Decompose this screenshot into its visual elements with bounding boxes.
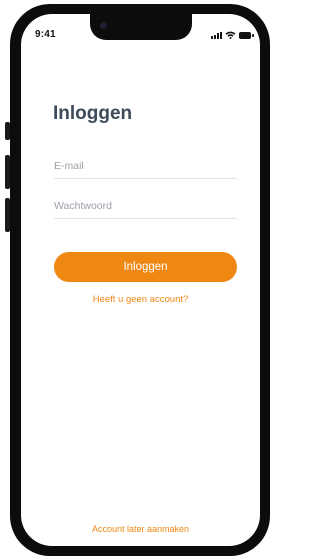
status-icons — [211, 30, 254, 40]
battery-icon — [239, 31, 254, 39]
login-button[interactable]: Inloggen — [54, 252, 237, 282]
password-field-wrapper — [54, 196, 237, 219]
password-field[interactable] — [54, 200, 237, 212]
page-title: Inloggen — [53, 103, 133, 124]
create-account-later-link[interactable]: Account later aanmaken — [21, 524, 260, 534]
app-screen: 9:41 Inloggen Inlogg — [21, 14, 260, 546]
wifi-icon — [225, 31, 236, 39]
phone-mockup: 9:41 Inloggen Inlogg — [0, 0, 275, 560]
email-field[interactable] — [54, 160, 237, 172]
email-field-wrapper — [54, 156, 237, 179]
status-time: 9:41 — [35, 29, 56, 40]
notch — [90, 14, 192, 40]
signal-icon — [211, 31, 222, 39]
no-account-link[interactable]: Heeft u geen account? — [21, 294, 260, 305]
camera-icon — [100, 22, 107, 29]
